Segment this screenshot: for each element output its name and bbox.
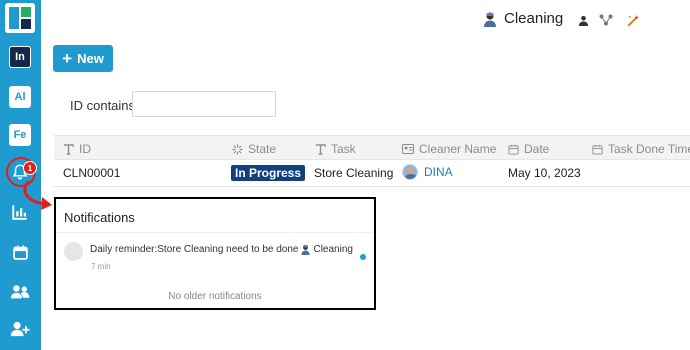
cell-state: In Progress bbox=[231, 165, 306, 181]
calendar-icon[interactable] bbox=[9, 241, 31, 263]
text-icon bbox=[314, 143, 326, 155]
calendar-icon bbox=[591, 143, 603, 155]
cell-task: Store Cleaning bbox=[314, 166, 394, 180]
column-header-id[interactable]: ID bbox=[62, 142, 91, 156]
calendar-icon bbox=[507, 143, 519, 155]
new-button[interactable]: + New bbox=[53, 45, 113, 72]
filter-label: ID contains bbox=[70, 98, 136, 113]
new-button-label: New bbox=[77, 51, 104, 66]
column-header-label: State bbox=[248, 142, 277, 156]
column-header-label: Task bbox=[331, 142, 356, 156]
notifications-panel: Notifications Daily reminder:Store Clean… bbox=[54, 197, 376, 310]
column-header-label: Task Done Time bbox=[608, 142, 690, 156]
app-tile-fe[interactable]: Fe bbox=[9, 124, 31, 146]
notification-avatar bbox=[64, 242, 83, 261]
cell-cleaner[interactable]: DINA bbox=[402, 164, 453, 180]
table-header: ID State Task Cleaner Name Date Task Don… bbox=[54, 135, 690, 160]
notification-text: Daily reminder:Store Cleaning need to be… bbox=[90, 244, 299, 255]
cleaner-link[interactable]: DINA bbox=[424, 165, 453, 179]
sidebar: In Al Fe 1 bbox=[0, 0, 41, 350]
id-filter-input[interactable] bbox=[132, 91, 276, 117]
column-header-task[interactable]: Task bbox=[314, 142, 356, 156]
text-icon bbox=[62, 143, 74, 155]
unread-dot bbox=[360, 254, 366, 260]
cell-id: CLN00001 bbox=[63, 166, 121, 180]
column-header-label: Date bbox=[524, 142, 550, 156]
app-tile-in[interactable]: In bbox=[9, 46, 31, 68]
users-icon[interactable] bbox=[9, 281, 31, 303]
plus-icon: + bbox=[62, 49, 73, 68]
notification-item[interactable]: Daily reminder:Store Cleaning need to be… bbox=[90, 244, 353, 255]
loading-icon bbox=[231, 143, 243, 155]
column-header-label: Cleaner Name bbox=[419, 142, 497, 156]
column-header-cleaner-name[interactable]: Cleaner Name bbox=[402, 142, 496, 156]
notification-badge: 1 bbox=[23, 161, 37, 175]
column-header-date[interactable]: Date bbox=[507, 142, 549, 156]
column-header-state[interactable]: State bbox=[231, 142, 276, 156]
cell-date: May 10, 2023 bbox=[508, 166, 581, 180]
page-title: Cleaning bbox=[482, 10, 563, 27]
column-header-label: ID bbox=[79, 142, 91, 156]
divider bbox=[56, 232, 374, 233]
column-header-task-done-time[interactable]: Task Done Time bbox=[591, 142, 690, 156]
share-icon[interactable] bbox=[598, 12, 614, 28]
page-title-text: Cleaning bbox=[504, 10, 564, 27]
notification-app-name: Cleaning bbox=[313, 244, 353, 255]
add-user-icon[interactable] bbox=[9, 318, 31, 340]
avatar bbox=[402, 164, 418, 180]
user-icon[interactable] bbox=[575, 12, 591, 28]
no-older-notifications: No older notifications bbox=[168, 291, 262, 302]
status-badge: In Progress bbox=[231, 165, 306, 181]
notification-time: 7 min bbox=[91, 262, 111, 271]
magic-wand-icon[interactable] bbox=[625, 12, 641, 28]
app-tile-al[interactable]: Al bbox=[9, 86, 31, 108]
app-logo[interactable] bbox=[5, 3, 35, 33]
table-row[interactable]: CLN00001 In Progress Store Cleaning DINA… bbox=[54, 160, 690, 187]
notifications-title: Notifications bbox=[64, 210, 135, 225]
cleaner-emoji-icon bbox=[482, 11, 498, 27]
id-card-icon bbox=[402, 143, 414, 155]
cleaner-emoji-icon bbox=[300, 244, 311, 255]
